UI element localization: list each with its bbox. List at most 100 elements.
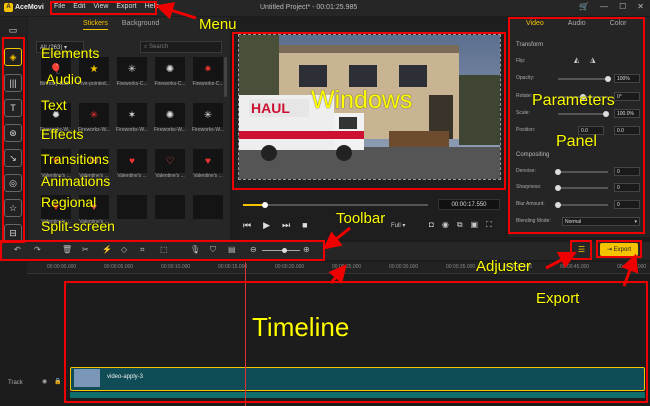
export-highlight [596,240,642,258]
ruler-tick: 00:00:05.000 [104,264,134,270]
sticker-icon: ★ [89,63,99,75]
ruler-tick: 00:00:30.000 [389,264,419,270]
transport-buttons: ⏮ ▶ ⏭ ■ [243,220,308,231]
tab-stickers[interactable]: Stickers [83,20,108,30]
search-placeholder: Search [149,44,169,50]
minimize-icon[interactable]: — [600,2,608,11]
sticker-icon: ✳ [127,63,137,75]
volume-icon[interactable]: ◉ [442,220,449,230]
annotation-regional: Regional [41,194,97,210]
sticker-item[interactable]: ♥ Valentine's ... [112,149,152,181]
annotation-export: Export [536,290,580,307]
track-label: Track [8,380,23,386]
play-icon[interactable]: ▶ [263,220,270,231]
playback-progress-knob[interactable] [262,202,269,208]
sticker-icon: ♥ [129,155,135,167]
sticker-icon: ✺ [165,63,175,75]
snapshot-icon[interactable]: ◘ [429,220,434,230]
sticker-label: Valentine's ... [117,173,147,179]
annotation-effects: Effects [41,126,84,142]
sticker-item[interactable]: ✷ Fireworks-C... [188,57,228,89]
sticker-item[interactable]: ♡ Valentine's ... [150,149,190,181]
lock-icon[interactable]: 🔒 [54,378,61,385]
app-name: AceMovi [15,4,44,11]
sticker-label: Fireworks-C... [116,81,148,87]
sticker-item[interactable]: ✺ Fireworks-C... [150,57,190,89]
sticker-icon: ✷ [203,63,213,75]
pip-icon[interactable]: ▣ [471,220,479,230]
window-controls: 🛒 — ☐ ✕ [579,2,644,11]
sticker-item[interactable]: ✳ Fireworks-W... [188,103,228,135]
annotation-panel: Panel [556,133,597,150]
media-tabs: Stickers Background [83,20,159,30]
sticker-icon: ♡ [165,155,175,167]
timecode: 00:00:17.550 [438,199,500,210]
stop-icon[interactable]: ■ [302,220,307,231]
annotation-timeline: Timeline [252,312,350,342]
annotation-text: Text [41,97,67,113]
ruler-tick: 00:00:15.000 [218,264,248,270]
left-bar-highlight [2,37,25,243]
step-forward-icon[interactable]: ⏭ [282,220,290,231]
tab-background[interactable]: Background [122,20,159,30]
step-back-icon[interactable]: ⏮ [243,220,251,231]
annotation-elements: Elements [41,45,100,61]
zoom-select[interactable]: Full ▾ [391,222,405,229]
preview-tools: ◘ ◉ ⧉ ▣ ⛶ [429,220,492,230]
sticker-item[interactable]: ♥ Valentine's ... [188,149,228,181]
ruler-tick: 00:00:00.000 [47,264,77,270]
sticker-item[interactable]: ✺ Fireworks-W... [150,103,190,135]
sticker-label: Valentine's ... [155,173,185,179]
sticker-item[interactable] [112,195,152,227]
sticker-thumbnail: ✺ [155,57,185,81]
search-input[interactable]: ⌕ Search [140,41,222,53]
sticker-thumbnail: ✳ [193,103,223,127]
timeline-ruler[interactable]: 00:00:00.000 00:00:05.000 00:00:10.000 00:0… [27,262,650,274]
sticker-thumbnail: ✶ [117,103,147,127]
app-logo: A AceMovi [4,3,44,12]
playback-progress[interactable] [243,202,428,208]
maximize-icon[interactable]: ☐ [619,2,626,11]
logo-icon: A [4,3,13,12]
annotation-toolbar: Toolbar [336,210,386,227]
sticker-item[interactable] [150,195,190,227]
ruler-tick: 00:00:45.000 [560,264,590,270]
sticker-thumbnail [155,195,185,219]
ruler-tick: 00:00:20.000 [275,264,305,270]
ruler-tick: 00:00:25.000 [332,264,362,270]
sticker-item[interactable] [188,195,228,227]
eye-icon[interactable]: ◉ [42,378,47,385]
annotation-transitions: Transitions [41,151,109,167]
fullscreen-icon[interactable]: ⛶ [486,220,492,230]
media-scrollbar[interactable] [224,57,227,97]
sticker-item[interactable]: ✳ Fireworks-C... [112,57,152,89]
cart-icon[interactable]: 🛒 [579,2,589,11]
sticker-thumbnail: ✳ [79,103,109,127]
toolbar-highlight [0,240,325,261]
panel-highlight [508,17,645,234]
sticker-thumbnail: ♥ [117,149,147,173]
sticker-thumbnail [193,195,223,219]
close-icon[interactable]: ✕ [637,2,644,11]
annotation-adjuster: Adjuster [476,258,532,275]
annotation-animations: Animations [41,173,111,189]
ruler-tick: 00:00:10.000 [161,264,191,270]
app-window: A AceMovi File Edit View Export Help Untitle… [0,0,650,406]
sticker-icon: ✳ [203,109,213,121]
annotation-menu: Menu [199,16,237,33]
sticker-item[interactable]: ✶ Fireworks-W... [112,103,152,135]
annotation-audio: Audio [46,71,82,87]
zoom-select-value: Full [391,223,401,229]
detach-icon[interactable]: ⧉ [457,220,463,230]
sticker-thumbnail: ✷ [193,57,223,81]
sticker-icon: ✺ [165,109,175,121]
annotation-windows: Windows [311,86,413,114]
annotation-parameters: Parameters [532,92,615,109]
sticker-icon: ✳ [89,109,99,121]
sticker-label: Fireworks-W... [192,127,224,133]
ruler-tick: 00:00:50.000 [617,264,647,270]
menu-highlight [50,1,157,15]
sticker-thumbnail: ♥ [193,149,223,173]
sticker-thumbnail [117,195,147,219]
annotation-split-screen: Split-screen [41,218,115,234]
